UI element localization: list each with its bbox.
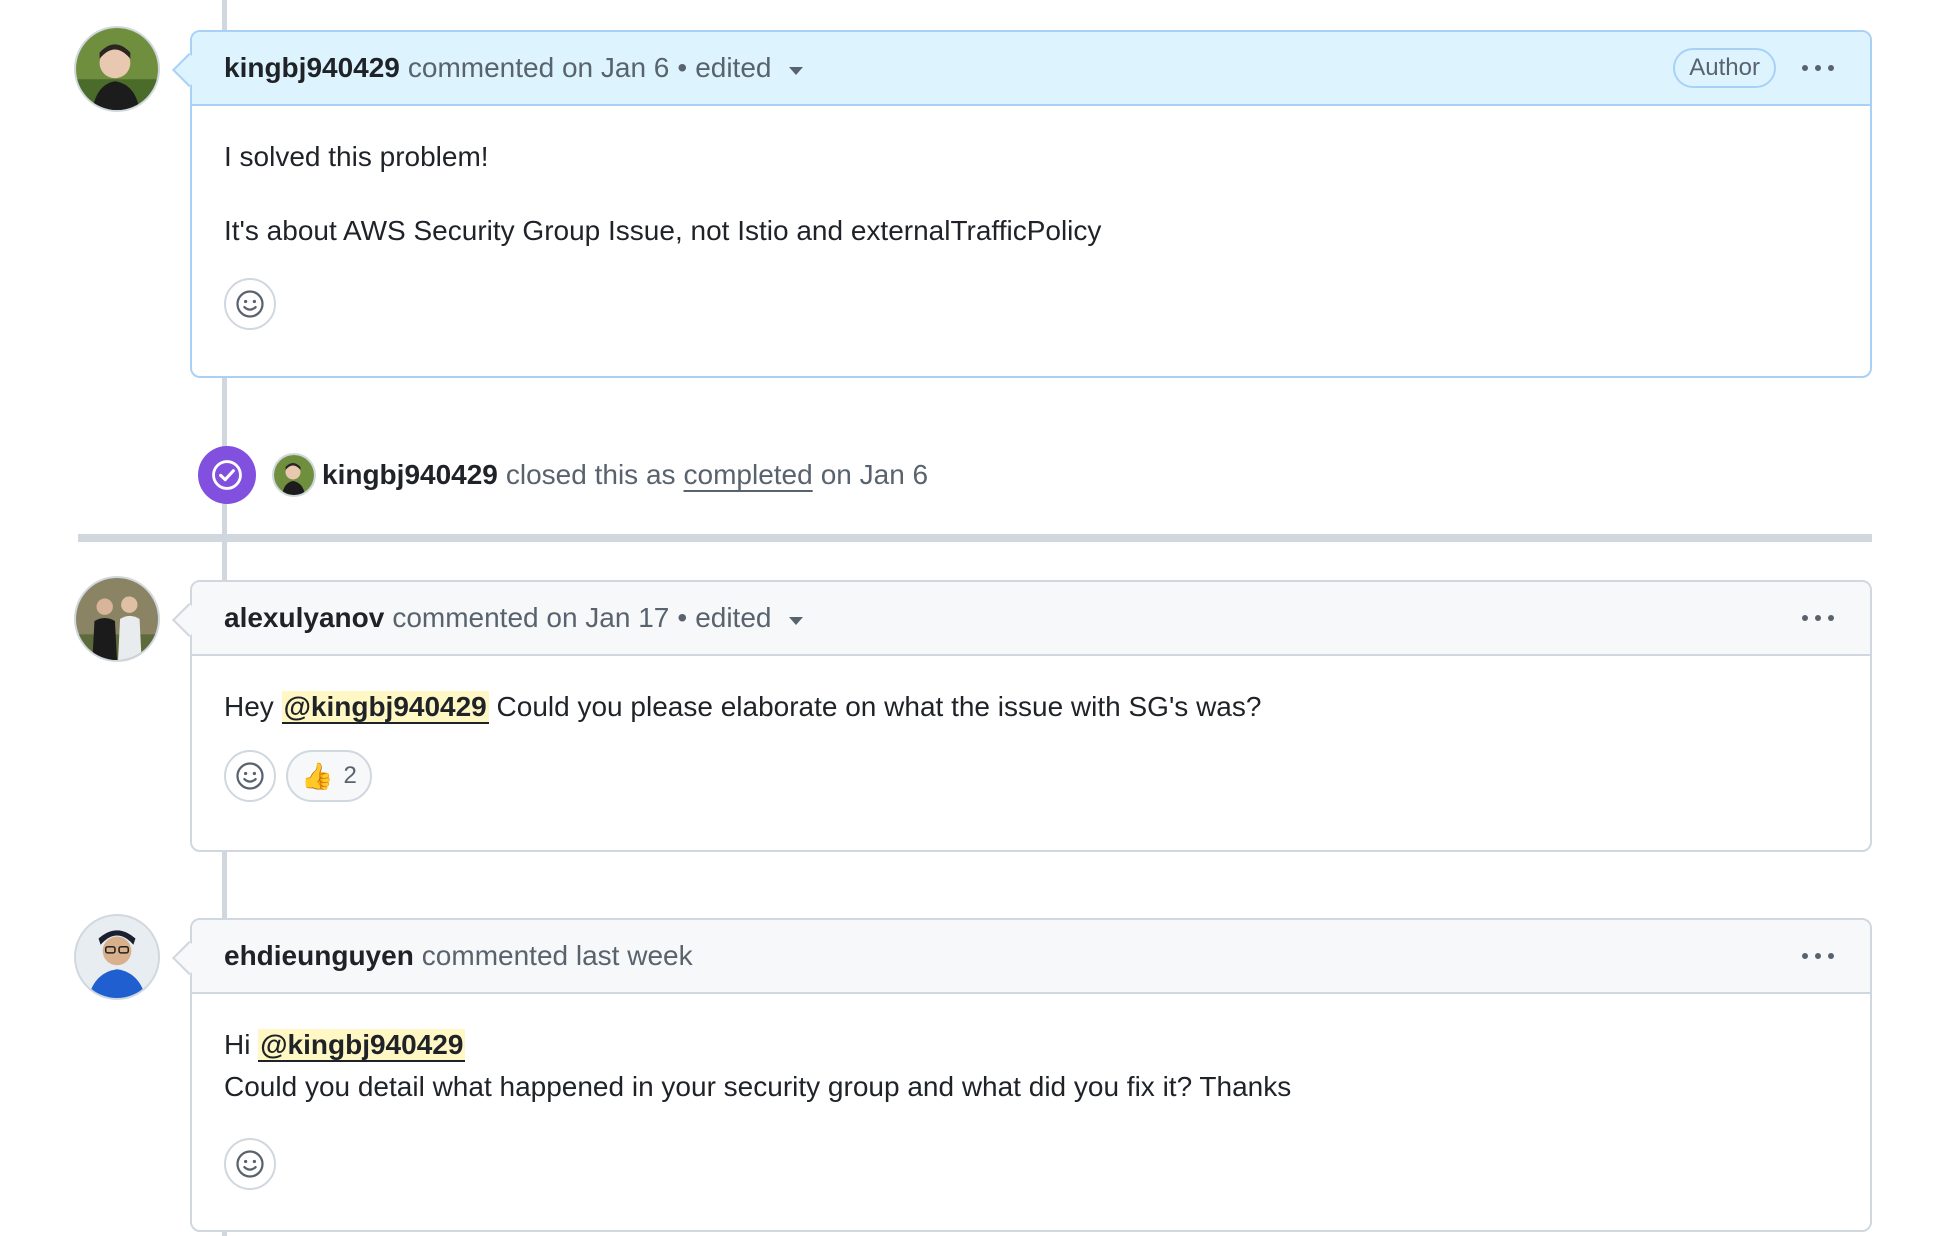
comment-2: alexulyanov commented on Jan 17 • edited…	[172, 580, 1872, 852]
avatar-image	[76, 28, 158, 110]
smiley-icon	[236, 1150, 264, 1178]
separator-dot: •	[677, 52, 688, 83]
comment-1: kingbj940429 commented on Jan 6 • edited…	[172, 30, 1872, 378]
avatar-kingbj940429[interactable]	[76, 28, 158, 110]
kebab-icon[interactable]	[1798, 59, 1838, 77]
reactions-bar	[224, 1138, 1838, 1190]
comment-paragraph: I solved this problem!	[224, 141, 489, 172]
header-actions	[1798, 609, 1838, 627]
comment-paragraph: Hi @kingbj940429	[224, 1024, 1838, 1066]
comment-author-name[interactable]: kingbj940429	[224, 52, 400, 84]
user-mention[interactable]: @kingbj940429	[281, 691, 489, 724]
completed-link[interactable]: completed	[684, 459, 813, 491]
event-date[interactable]: on Jan 6	[821, 459, 928, 491]
comment-text: Could you please elaborate on what the i…	[496, 691, 1262, 722]
comment-3: ehdieunguyen commented last week Hi @kin…	[172, 918, 1872, 1232]
caret-down-icon[interactable]	[789, 617, 804, 625]
closed-event: kingbj940429 closed this as completed on…	[198, 446, 928, 504]
header-actions: Author	[1673, 48, 1838, 88]
comment-timestamp[interactable]: commented on Jan 6	[408, 52, 670, 84]
comment-text: Hi	[224, 1029, 251, 1060]
avatar-image	[76, 578, 158, 660]
comment-timestamp[interactable]: commented on Jan 17	[392, 602, 669, 634]
kebab-icon[interactable]	[1798, 609, 1838, 627]
reaction-count: 2	[343, 762, 357, 789]
caret-down-icon[interactable]	[789, 67, 804, 75]
check-circle-icon	[198, 446, 256, 504]
comment-paragraph: Hey @kingbj940429 Could you please elabo…	[224, 686, 1838, 728]
user-mention[interactable]: @kingbj940429	[258, 1029, 466, 1062]
comment-paragraph: It's about AWS Security Group Issue, not…	[224, 215, 1102, 246]
event-username[interactable]: kingbj940429	[322, 459, 498, 491]
event-action: closed this as	[505, 459, 676, 490]
avatar-ehdieunguyen[interactable]	[76, 916, 158, 998]
smiley-icon	[236, 290, 264, 318]
reactions-bar	[224, 278, 1838, 330]
comment-body: I solved this problem! It's about AWS Se…	[192, 106, 1870, 358]
comment-author-name[interactable]: ehdieunguyen	[224, 940, 414, 972]
comment-text: Hey	[224, 691, 274, 722]
edited-label[interactable]: edited	[695, 602, 771, 634]
comment-header: alexulyanov commented on Jan 17 • edited	[192, 582, 1870, 656]
edited-label[interactable]: edited	[695, 52, 771, 84]
event-avatar[interactable]	[274, 455, 314, 495]
add-reaction-button[interactable]	[224, 750, 276, 802]
comment-header: kingbj940429 commented on Jan 6 • edited…	[192, 32, 1870, 106]
author-badge: Author	[1673, 48, 1776, 88]
avatar-image	[76, 916, 158, 998]
comment-body: Hi @kingbj940429 Could you detail what h…	[192, 994, 1870, 1218]
comment-paragraph: Could you detail what happened in your s…	[224, 1071, 1292, 1102]
comment-header: ehdieunguyen commented last week	[192, 920, 1870, 994]
avatar-image	[274, 455, 314, 495]
separator-dot: •	[677, 602, 688, 633]
header-actions	[1798, 947, 1838, 965]
thumbs-up-reaction-button[interactable]: 👍 2	[286, 750, 372, 802]
comment-timestamp[interactable]: commented last week	[422, 940, 693, 972]
comment-author-name[interactable]: alexulyanov	[224, 602, 384, 634]
kebab-icon[interactable]	[1798, 947, 1838, 965]
add-reaction-button[interactable]	[224, 1138, 276, 1190]
timeline-divider	[78, 534, 1872, 542]
add-reaction-button[interactable]	[224, 278, 276, 330]
smiley-icon	[236, 762, 264, 790]
reactions-bar: 👍 2	[224, 750, 1838, 802]
avatar-alexulyanov[interactable]	[76, 578, 158, 660]
thumbs-up-icon: 👍	[301, 761, 334, 791]
comment-body: Hey @kingbj940429 Could you please elabo…	[192, 656, 1870, 830]
